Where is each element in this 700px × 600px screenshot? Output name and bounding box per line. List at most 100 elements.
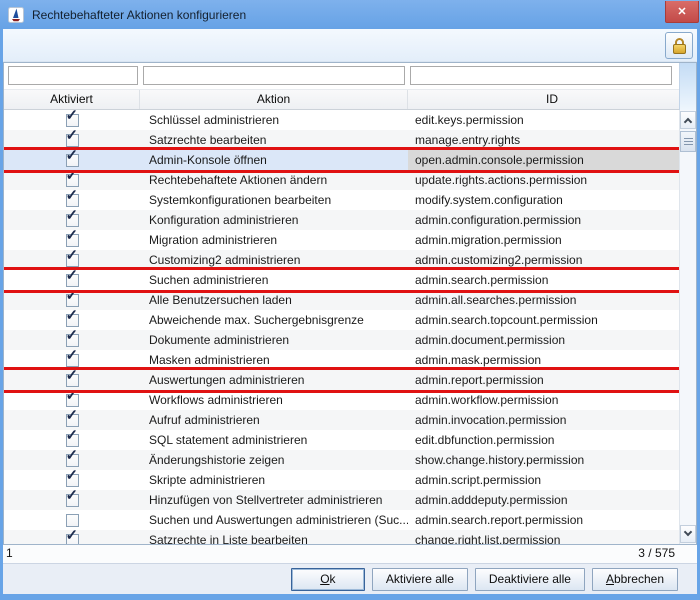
id-cell[interactable]: show.change.history.permission — [408, 450, 679, 470]
id-cell[interactable]: admin.script.permission — [408, 470, 679, 490]
id-cell[interactable]: admin.search.permission — [408, 270, 679, 290]
table-row[interactable]: ✓ Admin-Konsole öffnenopen.admin.console.… — [4, 150, 679, 170]
row-checkbox[interactable]: ✓ — [66, 194, 79, 207]
table-row[interactable]: ✓ Aufruf administrierenadmin.invocation.p… — [4, 410, 679, 430]
row-checkbox[interactable]: ✓ — [66, 334, 79, 347]
aktion-cell[interactable]: Schlüssel administrieren — [140, 110, 408, 130]
row-checkbox[interactable]: ✓ — [66, 314, 79, 327]
table-row[interactable]: ✓ Customizing2 administrierenadmin.custom… — [4, 250, 679, 270]
row-checkbox[interactable]: ✓ — [66, 434, 79, 447]
table-row[interactable]: ✓ Änderungshistorie zeigenshow.change.his… — [4, 450, 679, 470]
row-checkbox[interactable]: ✓ — [66, 254, 79, 267]
aktion-cell[interactable]: Aufruf administrieren — [140, 410, 408, 430]
row-checkbox[interactable]: ✓ — [66, 114, 79, 127]
row-checkbox[interactable]: ✓ — [66, 134, 79, 147]
id-cell[interactable]: admin.adddeputy.permission — [408, 490, 679, 510]
table-row[interactable]: ✓Satzrechte in Liste bearbeitenchange.ri… — [4, 530, 679, 544]
aktion-cell[interactable]: Dokumente administrieren — [140, 330, 408, 350]
aktion-cell[interactable]: Änderungshistorie zeigen — [140, 450, 408, 470]
row-checkbox[interactable]: ✓ — [66, 474, 79, 487]
id-cell[interactable]: admin.configuration.permission — [408, 210, 679, 230]
scroll-up-button[interactable] — [680, 111, 696, 129]
aktion-cell[interactable]: Satzrechte bearbeiten — [140, 130, 408, 150]
ok-button[interactable]: Ok — [291, 568, 365, 591]
aktion-cell[interactable]: Masken administrieren — [140, 350, 408, 370]
aktion-cell[interactable]: SQL statement administrieren — [140, 430, 408, 450]
aktion-cell[interactable]: Abweichende max. Suchergebnisgrenze — [140, 310, 408, 330]
table-row[interactable]: ✓ Abweichende max. Suchergebnisgrenzeadmi… — [4, 310, 679, 330]
id-cell[interactable]: admin.search.report.permission — [408, 510, 679, 530]
table-row[interactable]: ✓ Migration administrierenadmin.migration… — [4, 230, 679, 250]
table-row[interactable]: Suchen und Auswertungen administrieren (… — [4, 510, 679, 530]
aktion-cell[interactable]: Rechtebehaftete Aktionen ändern — [140, 170, 408, 190]
filter-aktiviert-input[interactable] — [8, 66, 138, 85]
row-checkbox[interactable]: ✓ — [66, 374, 79, 387]
table-row[interactable]: ✓ SQL statement administrierenedit.dbfunc… — [4, 430, 679, 450]
table-row[interactable]: ✓ Skripte administrierenadmin.script.perm… — [4, 470, 679, 490]
id-cell[interactable]: update.rights.actions.permission — [408, 170, 679, 190]
row-checkbox[interactable]: ✓ — [66, 234, 79, 247]
id-cell[interactable]: admin.workflow.permission — [408, 390, 679, 410]
row-checkbox[interactable]: ✓ — [66, 394, 79, 407]
table-row[interactable]: ✓ Satzrechte bearbeitenmanage.entry.right… — [4, 130, 679, 150]
aktion-cell[interactable]: Suchen und Auswertungen administrieren (… — [140, 510, 408, 530]
filter-aktion-input[interactable] — [143, 66, 405, 85]
table-row[interactable]: ✓ Suchen administrierenadmin.search.permi… — [4, 270, 679, 290]
row-checkbox[interactable]: ✓ — [66, 414, 79, 427]
row-checkbox[interactable]: ✓ — [66, 534, 79, 545]
aktion-cell[interactable]: Systemkonfigurationen bearbeiten — [140, 190, 408, 210]
aktion-cell[interactable]: Customizing2 administrieren — [140, 250, 408, 270]
aktion-cell[interactable]: Auswertungen administrieren — [140, 370, 408, 390]
table-row[interactable]: ✓Hinzufügen von Stellvertreter administr… — [4, 490, 679, 510]
id-cell[interactable]: admin.report.permission — [408, 370, 679, 390]
id-cell[interactable]: modify.system.configuration — [408, 190, 679, 210]
id-cell[interactable]: edit.dbfunction.permission — [408, 430, 679, 450]
id-cell[interactable]: admin.invocation.permission — [408, 410, 679, 430]
table-row[interactable]: ✓ Schlüssel administrierenedit.keys.permi… — [4, 110, 679, 130]
row-checkbox[interactable]: ✓ — [66, 274, 79, 287]
id-cell[interactable]: open.admin.console.permission — [408, 150, 679, 170]
aktion-cell[interactable]: Workflows administrieren — [140, 390, 408, 410]
id-cell[interactable]: admin.document.permission — [408, 330, 679, 350]
id-cell[interactable]: edit.keys.permission — [408, 110, 679, 130]
abbrechen-button[interactable]: Abbrechen — [592, 568, 678, 591]
aktion-cell[interactable]: Migration administrieren — [140, 230, 408, 250]
aktion-cell[interactable]: Admin-Konsole öffnen — [140, 150, 408, 170]
scroll-down-button[interactable] — [680, 525, 696, 543]
id-cell[interactable]: admin.customizing2.permission — [408, 250, 679, 270]
table-row[interactable]: ✓ Rechtebehaftete Aktionen ändernupdate.r… — [4, 170, 679, 190]
aktion-cell[interactable]: Konfiguration administrieren — [140, 210, 408, 230]
column-header-id[interactable]: ID — [408, 90, 696, 109]
row-checkbox[interactable]: ✓ — [66, 154, 79, 167]
column-header-aktiviert[interactable]: Aktiviert — [4, 90, 140, 109]
table-row[interactable]: ✓ Systemkonfigurationen bearbeitenmodify.… — [4, 190, 679, 210]
id-cell[interactable]: admin.all.searches.permission — [408, 290, 679, 310]
table-row[interactable]: ✓ Konfiguration administrierenadmin.confi… — [4, 210, 679, 230]
table-row[interactable]: ✓Alle Benutzersuchen ladenadmin.all.sear… — [4, 290, 679, 310]
id-cell[interactable]: admin.migration.permission — [408, 230, 679, 250]
table-row[interactable]: ✓ Auswertungen administrierenadmin.report… — [4, 370, 679, 390]
id-cell[interactable]: admin.search.topcount.permission — [408, 310, 679, 330]
id-cell[interactable]: manage.entry.rights — [408, 130, 679, 150]
aktion-cell[interactable]: Skripte administrieren — [140, 470, 408, 490]
filter-id-input[interactable] — [410, 66, 672, 85]
aktiviere-alle-button[interactable]: Aktiviere alle — [372, 568, 468, 591]
id-cell[interactable]: admin.mask.permission — [408, 350, 679, 370]
lock-button[interactable] — [665, 32, 693, 59]
row-checkbox[interactable] — [66, 514, 79, 527]
scrollbar-thumb[interactable] — [680, 131, 696, 152]
table-row[interactable]: ✓ Dokumente administrierenadmin.document.… — [4, 330, 679, 350]
table-row[interactable]: ✓ Workflows administrierenadmin.workflow.… — [4, 390, 679, 410]
close-button[interactable]: ✕ — [665, 1, 699, 23]
row-checkbox[interactable]: ✓ — [66, 174, 79, 187]
deaktiviere-alle-button[interactable]: Deaktiviere alle — [475, 568, 585, 591]
column-header-aktion[interactable]: Aktion — [140, 90, 408, 109]
row-checkbox[interactable]: ✓ — [66, 454, 79, 467]
row-checkbox[interactable]: ✓ — [66, 354, 79, 367]
row-checkbox[interactable]: ✓ — [66, 214, 79, 227]
titlebar[interactable]: Rechtebehafteter Aktionen konfigurieren … — [0, 0, 700, 29]
aktion-cell[interactable]: Suchen administrieren — [140, 270, 408, 290]
aktion-cell[interactable]: Satzrechte in Liste bearbeiten — [140, 530, 408, 544]
aktion-cell[interactable]: Alle Benutzersuchen laden — [140, 290, 408, 310]
aktion-cell[interactable]: Hinzufügen von Stellvertreter administri… — [140, 490, 408, 510]
